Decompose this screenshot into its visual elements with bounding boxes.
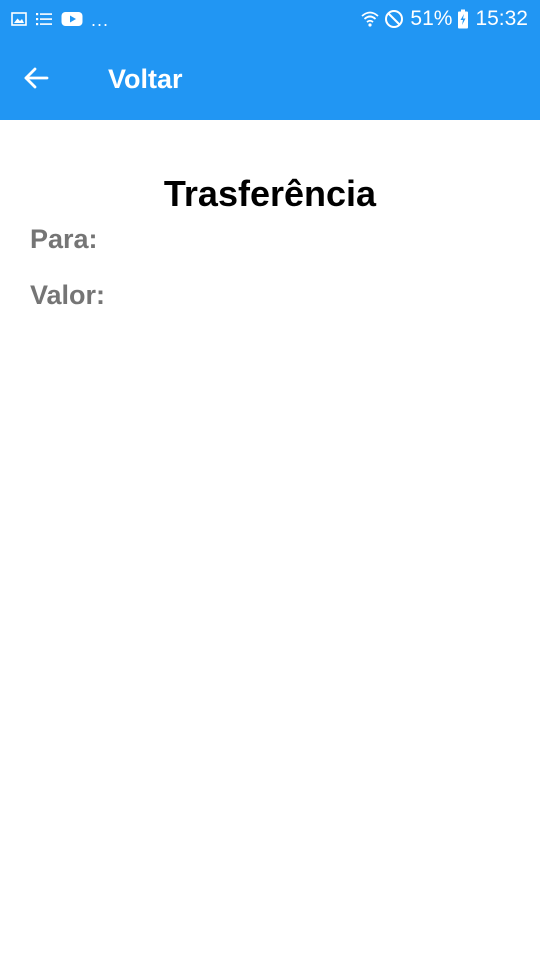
back-button[interactable] [18, 60, 54, 96]
amount-label: Valor: [30, 280, 106, 310]
app-bar: Voltar [0, 38, 540, 120]
arrow-back-icon [23, 66, 49, 90]
clock: 15:32 [475, 7, 528, 30]
page-title: Trasferência [163, 173, 377, 214]
recipient-label: Para: [30, 224, 98, 254]
battery-charging-icon [457, 9, 469, 29]
overflow-notifications: ... [91, 10, 110, 30]
wifi-icon [360, 9, 380, 29]
list-icon [35, 11, 53, 27]
status-bar: ... 51% 15:32 [0, 0, 540, 38]
main-content: Trasferência Para: Valor: [0, 120, 540, 960]
youtube-icon [61, 11, 83, 27]
notification-area: ... [11, 8, 109, 30]
system-status-area: 51% 15:32 [360, 6, 528, 32]
battery-percent: 51% [410, 7, 453, 30]
do-not-disturb-icon [384, 9, 404, 29]
app-bar-title: Voltar [108, 64, 183, 94]
gallery-icon [11, 11, 27, 27]
